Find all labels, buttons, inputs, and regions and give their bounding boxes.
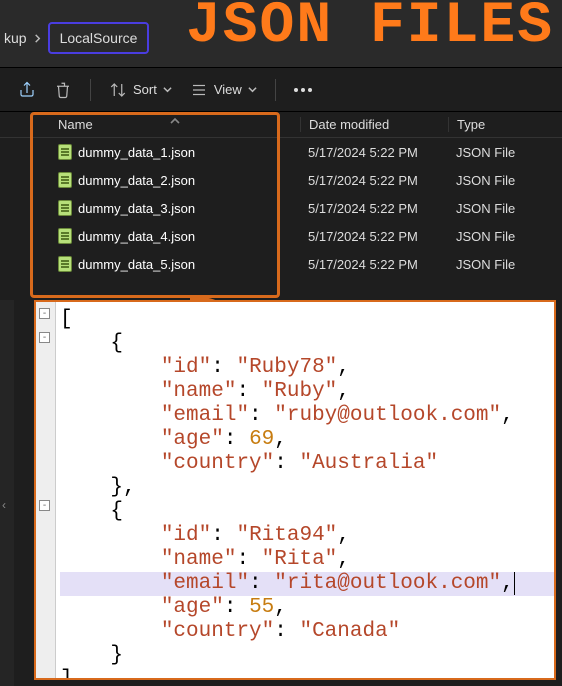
file-date: 5/17/2024 5:22 PM — [300, 229, 448, 244]
sort-caret-icon — [170, 116, 180, 126]
file-date: 5/17/2024 5:22 PM — [300, 173, 448, 188]
file-date: 5/17/2024 5:22 PM — [300, 145, 448, 160]
file-name: dummy_data_1.json — [78, 145, 195, 160]
breadcrumb[interactable]: kup LocalSource — [0, 22, 149, 54]
view-icon — [190, 81, 208, 99]
more-button[interactable] — [294, 88, 312, 92]
column-header-name[interactable]: Name — [0, 117, 300, 132]
toolbar-separator — [275, 79, 276, 101]
sort-icon — [109, 81, 127, 99]
file-type: JSON File — [448, 173, 562, 188]
sort-label: Sort — [133, 82, 157, 97]
file-type: JSON File — [448, 257, 562, 272]
file-date: 5/17/2024 5:22 PM — [300, 257, 448, 272]
json-file-icon — [58, 200, 72, 216]
fold-toggle[interactable]: - — [39, 332, 50, 343]
json-file-icon — [58, 172, 72, 188]
column-header-date[interactable]: Date modified — [300, 117, 448, 132]
trash-icon — [54, 81, 72, 99]
ellipsis-icon — [294, 88, 312, 92]
code-editor[interactable]: - - - [ { "id": "Ruby78", "name": "Ruby"… — [34, 300, 556, 680]
toolbar-separator — [90, 79, 91, 101]
chevron-down-icon — [163, 85, 172, 94]
editor-content[interactable]: [ { "id": "Ruby78", "name": "Ruby", "ema… — [56, 302, 554, 678]
json-file-icon — [58, 256, 72, 272]
share-icon — [18, 81, 36, 99]
file-name: dummy_data_3.json — [78, 201, 195, 216]
file-row[interactable]: dummy_data_2.json 5/17/2024 5:22 PMJSON F… — [0, 166, 562, 194]
sort-button[interactable]: Sort — [109, 81, 172, 99]
json-file-icon — [58, 144, 72, 160]
file-row[interactable]: dummy_data_5.json 5/17/2024 5:22 PMJSON F… — [0, 250, 562, 278]
editor-gutter[interactable]: - - - — [36, 302, 56, 678]
share-button[interactable] — [18, 81, 36, 99]
file-row[interactable]: dummy_data_3.json 5/17/2024 5:22 PMJSON F… — [0, 194, 562, 222]
file-row[interactable]: dummy_data_1.json 5/17/2024 5:22 PMJSON F… — [0, 138, 562, 166]
file-date: 5/17/2024 5:22 PM — [300, 201, 448, 216]
json-file-icon — [58, 228, 72, 244]
file-type: JSON File — [448, 145, 562, 160]
fold-toggle[interactable]: - — [39, 500, 50, 511]
breadcrumb-current[interactable]: LocalSource — [48, 22, 150, 54]
annotation-title: JSON FILES — [186, 0, 554, 59]
file-name: dummy_data_2.json — [78, 173, 195, 188]
view-label: View — [214, 82, 242, 97]
fold-toggle[interactable]: - — [39, 308, 50, 319]
chevron-down-icon — [248, 85, 257, 94]
chevron-right-icon — [33, 34, 42, 43]
delete-button[interactable] — [54, 81, 72, 99]
breadcrumb-parent[interactable]: kup — [4, 30, 27, 46]
file-type: JSON File — [448, 229, 562, 244]
file-name: dummy_data_4.json — [78, 229, 195, 244]
view-button[interactable]: View — [190, 81, 257, 99]
file-name: dummy_data_5.json — [78, 257, 195, 272]
file-row[interactable]: dummy_data_4.json 5/17/2024 5:22 PMJSON F… — [0, 222, 562, 250]
file-type: JSON File — [448, 201, 562, 216]
column-header-type[interactable]: Type — [448, 117, 562, 132]
toolbar: Sort View — [0, 68, 562, 112]
